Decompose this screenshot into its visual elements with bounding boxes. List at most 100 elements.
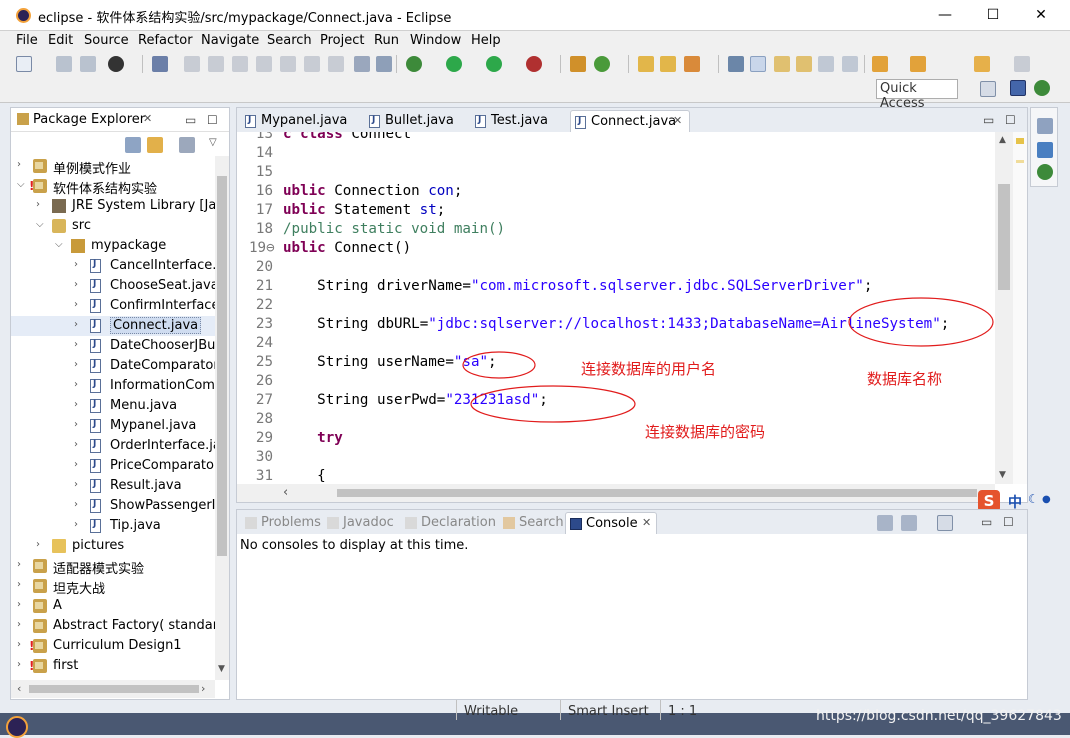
step-over-icon[interactable]: [304, 56, 320, 72]
open-perspective-icon[interactable]: [980, 81, 996, 97]
toggle-breadcrumb-icon[interactable]: [728, 56, 744, 72]
link-with-editor-icon[interactable]: [147, 137, 163, 153]
tree-item[interactable]: › PriceComparator.: [11, 456, 215, 476]
display-console-icon[interactable]: [901, 515, 917, 531]
next-edit-icon[interactable]: [872, 56, 888, 72]
maximize-button[interactable]: ☐: [970, 0, 1016, 31]
annotation-icon[interactable]: [774, 56, 790, 72]
use-step-filters-icon[interactable]: [376, 56, 392, 72]
menu-file[interactable]: File: [16, 33, 38, 48]
tree-item[interactable]: › DateComparator.: [11, 356, 215, 376]
resume-icon[interactable]: [184, 56, 200, 72]
step-return-icon[interactable]: [328, 56, 344, 72]
new-icon[interactable]: [16, 56, 32, 72]
block-selection-icon[interactable]: [818, 56, 834, 72]
tree-item[interactable]: › pictures: [11, 536, 215, 556]
save-icon[interactable]: [56, 56, 72, 72]
forward-icon[interactable]: [1014, 56, 1030, 72]
tree-item[interactable]: › ConfirmInterface.: [11, 296, 215, 316]
tab-javadoc[interactable]: Javadoc: [323, 512, 400, 534]
expand-arrow-right-icon[interactable]: ›: [17, 579, 21, 590]
scroll-down-arrow-icon[interactable]: ▼: [218, 664, 225, 674]
suspend-icon[interactable]: [208, 56, 224, 72]
scroll-down-arrow-icon[interactable]: ▼: [999, 470, 1006, 480]
package-explorer-title[interactable]: Package Explorer: [33, 112, 145, 127]
tree-item[interactable]: › ChooseSeat.java: [11, 276, 215, 296]
new-java-project-icon[interactable]: [570, 56, 586, 72]
scroll-right-arrow-icon[interactable]: ›: [201, 682, 205, 695]
tab-mypanel[interactable]: Mypanel.java: [241, 110, 353, 132]
menu-refactor[interactable]: Refactor: [138, 33, 193, 48]
debug-icon[interactable]: [406, 56, 422, 72]
expand-arrow-right-icon[interactable]: ›: [74, 479, 78, 490]
maximize-panel-icon[interactable]: ☐: [207, 113, 218, 127]
moon-icon[interactable]: ☾: [1028, 492, 1039, 506]
quick-access-input[interactable]: Quick Access: [876, 79, 958, 111]
expand-arrow-right-icon[interactable]: ›: [36, 539, 40, 550]
tree-item[interactable]: › first: [11, 656, 215, 676]
expand-arrow-right-icon[interactable]: ›: [74, 519, 78, 530]
close-tab-icon[interactable]: ✕: [143, 112, 152, 125]
last-edit-icon[interactable]: [910, 56, 926, 72]
tree-item[interactable]: › 坦克大战: [11, 576, 215, 597]
focus-on-task-icon[interactable]: [179, 137, 195, 153]
expand-arrow-right-icon[interactable]: ›: [74, 279, 78, 290]
terminate-icon[interactable]: [232, 56, 248, 72]
drop-to-frame-icon[interactable]: [354, 56, 370, 72]
tree-vertical-scrollbar[interactable]: ▼: [215, 156, 229, 680]
expand-arrow-right-icon[interactable]: ›: [74, 499, 78, 510]
menu-navigate[interactable]: Navigate: [201, 33, 259, 48]
tree-item[interactable]: › Abstract Factory( standard: [11, 616, 215, 636]
tree-item[interactable]: › A: [11, 596, 215, 616]
search-tool-icon[interactable]: [684, 56, 700, 72]
view-menu-icon[interactable]: ▽: [209, 137, 217, 148]
maximize-console-icon[interactable]: ☐: [1003, 515, 1014, 529]
maximize-editor-icon[interactable]: ☐: [1005, 113, 1016, 127]
new-class-icon[interactable]: [594, 56, 610, 72]
java-perspective-icon[interactable]: [1010, 80, 1026, 96]
minimize-editor-icon[interactable]: ▭: [983, 113, 994, 127]
open-type-icon[interactable]: [638, 56, 654, 72]
expand-arrow-down-icon[interactable]: ⌵: [55, 239, 63, 250]
expand-arrow-right-icon[interactable]: ›: [36, 199, 40, 210]
editor-vertical-scrollbar[interactable]: ▲ ▼: [995, 132, 1013, 484]
scroll-left-arrow-icon[interactable]: ‹: [283, 485, 288, 500]
expand-arrow-right-icon[interactable]: ›: [74, 419, 78, 430]
debug-perspective-icon[interactable]: [1034, 80, 1050, 96]
close-tab-icon[interactable]: ✕: [642, 516, 651, 529]
menu-search[interactable]: Search: [267, 33, 312, 48]
tab-bullet[interactable]: Bullet.java: [365, 110, 460, 132]
occurrence-marker-icon[interactable]: [1016, 160, 1024, 163]
external-tools-icon[interactable]: [526, 56, 542, 72]
tree-item[interactable]: › Result.java: [11, 476, 215, 496]
menu-source[interactable]: Source: [84, 33, 129, 48]
menu-help[interactable]: Help: [471, 33, 501, 48]
tab-search[interactable]: Search: [499, 512, 570, 534]
tree-item[interactable]: › 单例模式作业: [11, 156, 215, 177]
editor-h-scroll-thumb[interactable]: [337, 489, 977, 497]
expand-arrow-right-icon[interactable]: ›: [74, 459, 78, 470]
step-into-icon[interactable]: [280, 56, 296, 72]
collapse-all-icon[interactable]: [125, 137, 141, 153]
run-icon[interactable]: [446, 56, 462, 72]
expand-arrow-right-icon[interactable]: ›: [74, 319, 78, 330]
tree-item[interactable]: › ShowPassengerIr: [11, 496, 215, 516]
tree-item[interactable]: › 适配器模式实验: [11, 556, 215, 577]
scroll-up-arrow-icon[interactable]: ▲: [999, 135, 1006, 145]
expand-arrow-down-icon[interactable]: ⌵: [17, 179, 25, 190]
punctuation-icon[interactable]: ●: [1042, 494, 1051, 505]
next-annotation-icon[interactable]: [796, 56, 812, 72]
expand-arrow-right-icon[interactable]: ›: [74, 359, 78, 370]
coverage-icon[interactable]: [486, 56, 502, 72]
open-console-icon[interactable]: [937, 515, 953, 531]
user-icon[interactable]: [108, 56, 124, 72]
tree-item[interactable]: › Connect.java: [11, 316, 215, 336]
save-all-icon[interactable]: [80, 56, 96, 72]
pin-console-icon[interactable]: [877, 515, 893, 531]
scroll-thumb[interactable]: [217, 176, 227, 556]
close-tab-icon[interactable]: ✕: [673, 114, 682, 127]
skip-breakpoints-icon[interactable]: [152, 56, 168, 72]
editor-horizontal-scrollbar[interactable]: ‹: [237, 484, 995, 502]
tree-item[interactable]: ⌵ mypackage: [11, 236, 215, 256]
open-resource-icon[interactable]: [660, 56, 676, 72]
